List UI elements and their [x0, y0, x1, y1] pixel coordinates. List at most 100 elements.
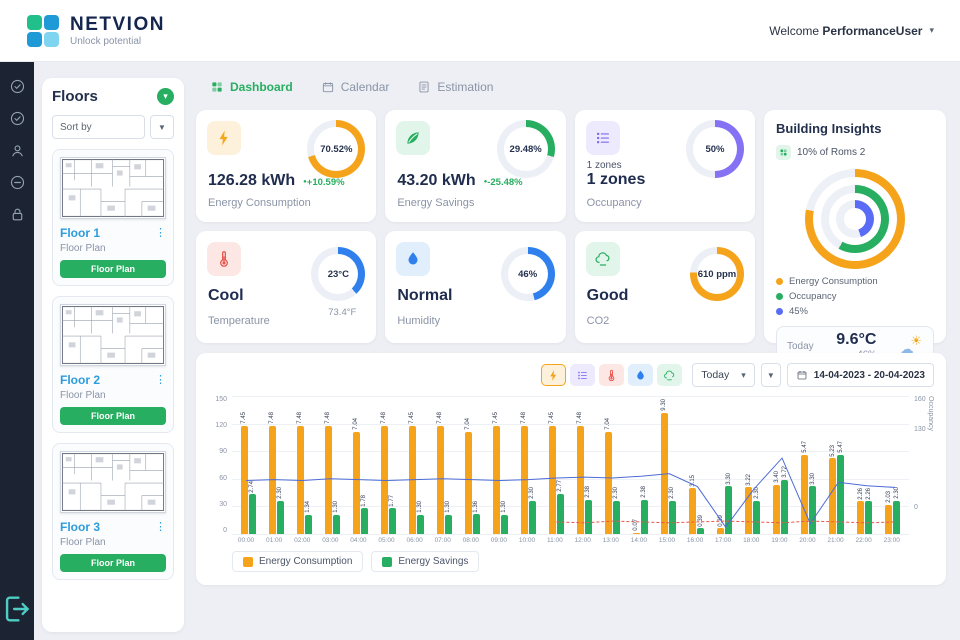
dashboard-tabs: Dashboard Calendar Estimation — [196, 80, 946, 94]
nav-rail — [0, 62, 34, 640]
leaf-icon — [396, 121, 430, 155]
lightning-icon — [207, 121, 241, 155]
co2-donut-value: 610 ppm — [690, 247, 744, 301]
occupancy-zones-small: 1 zones — [587, 160, 646, 171]
thermometer-icon — [207, 242, 241, 276]
insights-legend-item: Energy Consumption — [776, 276, 934, 287]
stat-card-energy-savings: 29.48% 43.20 kWh -25.48% Energy Savings — [385, 110, 565, 222]
humidity-donut: 46% — [501, 247, 555, 301]
lightning-toggle[interactable] — [541, 364, 566, 386]
floor-options-icon[interactable]: ⋮ — [155, 522, 166, 533]
floor-subtitle: Floor Plan — [60, 390, 166, 401]
floor-name[interactable]: Floor 3 — [60, 520, 100, 534]
occupancy-label: Occupancy — [587, 197, 642, 209]
y-axis-right: 1601300 — [909, 396, 927, 534]
chart-range-dropdown-button[interactable]: ▼ — [761, 363, 781, 387]
user-icon[interactable] — [9, 142, 26, 159]
chart-range-value: Today — [701, 369, 729, 381]
floor-subtitle: Floor Plan — [60, 243, 166, 254]
chart-range-select[interactable]: Today ▾ — [692, 363, 755, 387]
floor-plan-button[interactable]: Floor Plan — [60, 554, 166, 572]
chart-legend-item[interactable]: Energy Savings — [371, 551, 479, 572]
thermometer-toggle[interactable] — [599, 364, 624, 386]
dashboard-icon — [210, 80, 224, 94]
energy-consumption-label: Energy Consumption — [208, 197, 311, 209]
energy-savings-donut: 29.48% — [497, 120, 555, 178]
temperature-line — [556, 521, 895, 523]
chart-toolbar: Today ▾ ▼ 14-04-2023 - 20-04-2023 — [208, 363, 934, 387]
floor-list: Floor 1 ⋮ Floor Plan Floor Plan Floor 2 — [52, 149, 174, 580]
energy-savings-label: Energy Savings — [397, 197, 474, 209]
building-insights-title: Building Insights — [776, 121, 934, 136]
floor-plan-button[interactable]: Floor Plan — [60, 407, 166, 425]
sort-by-select[interactable]: Sort by — [52, 115, 145, 139]
chart-legend-item[interactable]: Energy Consumption — [232, 551, 363, 572]
lock-icon[interactable] — [9, 206, 26, 223]
rooms-mini-icon — [776, 145, 791, 160]
occupancy-line — [246, 458, 895, 527]
floor-plan-thumbnail[interactable] — [60, 451, 166, 513]
stat-card-co2: 610 ppm Good CO2 — [575, 231, 755, 343]
floor-card: Floor 3 ⋮ Floor Plan Floor Plan — [52, 443, 174, 580]
floor-options-icon[interactable]: ⋮ — [155, 228, 166, 239]
temperature-donut-value: 23°C — [311, 247, 365, 301]
date-range-value: 14-04-2023 - 20-04-2023 — [814, 370, 925, 381]
calendar-icon — [321, 80, 335, 94]
droplet-icon — [396, 242, 430, 276]
stat-card-humidity: 46% Normal Humidity — [385, 231, 565, 343]
stat-card-occupancy: 50% 1 zones 1 zones Occupancy — [575, 110, 755, 222]
y-axis-left: 1501209060300 — [208, 396, 232, 534]
logout-icon[interactable] — [0, 592, 34, 626]
sort-dropdown-button[interactable]: ▼ — [150, 115, 174, 139]
floor-plan-thumbnail[interactable] — [60, 304, 166, 366]
energy-consumption-donut: 70.52% — [307, 120, 365, 178]
check-circle-icon[interactable] — [9, 78, 26, 95]
rail-icon-stack — [9, 78, 26, 223]
stat-cards-grid: 70.52% 126.28 kWh +10.59% Energy Consump… — [196, 110, 946, 343]
building-insights-card: Building Insights 10% of Roms 2 Energy C… — [764, 110, 946, 343]
today-label: Today — [787, 341, 814, 352]
humidity-status: Normal — [397, 287, 452, 305]
occupancy-zones-value: 1 zones — [587, 171, 646, 189]
chevron-down-icon: ▾ — [741, 370, 746, 381]
stat-card-temperature: 23°C 73.4°F Cool Temperature — [196, 231, 376, 343]
line-series — [232, 396, 909, 534]
floor-name[interactable]: Floor 1 — [60, 226, 100, 240]
co2-label: CO2 — [587, 315, 610, 327]
right-axis-label: Occupancy — [927, 396, 934, 534]
building-insights-subtitle: 10% of Roms 2 — [797, 147, 865, 158]
brand-name: NETVION — [70, 15, 165, 34]
floors-collapse-button[interactable]: ▾ — [157, 88, 174, 105]
insights-legend-item: 45% — [776, 306, 934, 317]
stat-card-energy-consumption: 70.52% 126.28 kWh +10.59% Energy Consump… — [196, 110, 376, 222]
tab-dashboard[interactable]: Dashboard — [210, 80, 293, 94]
energy-consumption-donut-value: 70.52% — [307, 120, 365, 178]
zones-toggle[interactable] — [570, 364, 595, 386]
chart-plot: 7.452.747.482.307.481.347.481.307.041.78… — [232, 396, 909, 534]
floor-plan-thumbnail[interactable] — [60, 157, 166, 219]
chart-area: 1501209060300 7.452.747.482.307.481.347.… — [208, 396, 934, 534]
minus-circle-icon[interactable] — [9, 174, 26, 191]
energy-savings-donut-value: 29.48% — [497, 120, 555, 178]
co2-status: Good — [587, 287, 629, 305]
check-circle-icon[interactable] — [9, 110, 26, 127]
rail-bottom — [0, 592, 34, 626]
humidity-label: Humidity — [397, 315, 440, 327]
sort-by-label: Sort by — [60, 122, 92, 133]
tab-calendar[interactable]: Calendar — [321, 80, 390, 94]
tab-estimation[interactable]: Estimation — [417, 80, 493, 94]
user-menu[interactable]: Welcome PerformanceUser ▾ — [769, 24, 934, 38]
droplet-toggle[interactable] — [628, 364, 653, 386]
today-temperature: 9.6°C — [836, 332, 876, 348]
floor-plan-button[interactable]: Floor Plan — [60, 260, 166, 278]
co2-toggle[interactable] — [657, 364, 682, 386]
date-range-picker[interactable]: 14-04-2023 - 20-04-2023 — [787, 363, 934, 387]
occupancy-donut: 50% — [686, 120, 744, 178]
brand-tagline: Unlock potential — [70, 36, 165, 47]
floor-options-icon[interactable]: ⋮ — [155, 375, 166, 386]
brand: NETVION Unlock potential — [26, 14, 165, 48]
building-insights-legend: Energy ConsumptionOccupancy45% — [776, 276, 934, 317]
occupancy-donut-value: 50% — [686, 120, 744, 178]
temperature-status: Cool — [208, 287, 244, 305]
floor-name[interactable]: Floor 2 — [60, 373, 100, 387]
